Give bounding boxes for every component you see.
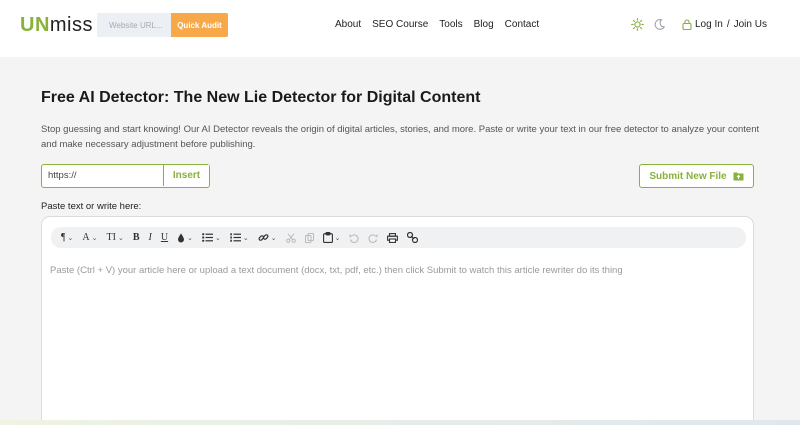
italic-icon: I — [148, 232, 152, 243]
chevron-down-icon: ⌄ — [117, 233, 124, 242]
logo-un: UN — [20, 14, 50, 36]
website-url-input[interactable] — [97, 13, 171, 37]
italic-button[interactable]: I — [149, 227, 152, 248]
chevron-down-icon: ⌄ — [270, 233, 277, 242]
login-link[interactable]: Log In — [695, 19, 723, 30]
font-size-button[interactable]: TI ⌄ — [107, 227, 124, 248]
intro-text: Stop guessing and start knowing! Our AI … — [41, 124, 760, 150]
paste-icon — [322, 232, 333, 243]
print-button[interactable] — [387, 227, 399, 248]
submit-new-file-label: Submit New File — [649, 170, 727, 182]
insert-link-button[interactable]: ⌄ — [258, 227, 277, 248]
redo-icon — [368, 233, 379, 243]
link-icon — [258, 234, 269, 241]
url-insert-group: Insert — [41, 164, 210, 188]
copy-icon — [304, 232, 314, 243]
underline-icon: U — [160, 232, 169, 243]
auth-separator: / — [726, 19, 730, 30]
chain-icon — [407, 232, 419, 243]
page-title: Free AI Detector: The New Lie Detector f… — [41, 89, 481, 106]
color-drop-icon — [178, 233, 185, 242]
hyperlink-button[interactable] — [407, 227, 419, 248]
logo[interactable]: UNmiss — [20, 14, 93, 37]
paste-label: Paste text or write here: — [41, 201, 142, 212]
cut-button[interactable] — [285, 227, 296, 248]
quick-audit-button[interactable]: Quick Audit — [171, 13, 228, 37]
numbered-list-icon — [230, 233, 241, 242]
bullet-list-icon — [202, 233, 213, 242]
file-upload-icon — [733, 172, 744, 181]
cut-icon — [285, 232, 296, 243]
print-icon — [387, 232, 399, 243]
font-icon: A — [82, 232, 90, 243]
submit-new-file-button[interactable]: Submit New File — [639, 164, 754, 188]
undo-icon — [349, 233, 360, 243]
nav-tools[interactable]: Tools — [439, 19, 462, 30]
lock-icon — [682, 19, 692, 30]
nav-seo-course[interactable]: SEO Course — [372, 19, 428, 30]
site-header: UNmiss Quick Audit About SEO Course Tool… — [0, 0, 800, 57]
editor-placeholder: Paste (Ctrl + V) your article here or up… — [50, 265, 623, 276]
text-size-icon: TI — [106, 232, 116, 243]
chevron-down-icon: ⌄ — [187, 233, 193, 242]
bottom-strip — [0, 420, 800, 425]
chevron-down-icon: ⌄ — [214, 233, 221, 242]
join-link[interactable]: Join Us — [734, 19, 767, 30]
moon-icon[interactable] — [653, 18, 666, 31]
insert-button[interactable]: Insert — [163, 165, 209, 186]
bold-icon: B — [132, 232, 140, 243]
auth-links: Log In / Join Us — [682, 19, 767, 30]
nav-about[interactable]: About — [335, 19, 361, 30]
paragraph-format-button[interactable]: ¶ ⌄ — [61, 227, 73, 248]
text-editor[interactable]: ¶ ⌄ A ⌄ TI ⌄ B I U ⌄ ⌄ ⌄ ⌄ ⌄ Paste (Ctrl… — [41, 216, 754, 425]
quick-audit-form: Quick Audit — [97, 13, 228, 37]
chevron-down-icon: ⌄ — [334, 233, 341, 242]
logo-miss: miss — [49, 14, 93, 36]
nav-contact[interactable]: Contact — [505, 19, 539, 30]
copy-button[interactable] — [304, 227, 314, 248]
text-color-button[interactable]: ⌄ — [177, 227, 193, 248]
paste-button[interactable]: ⌄ — [322, 227, 341, 248]
main-nav: About SEO Course Tools Blog Contact — [335, 19, 550, 30]
font-family-button[interactable]: A ⌄ — [82, 227, 97, 248]
redo-button[interactable] — [368, 227, 379, 248]
nav-blog[interactable]: Blog — [474, 19, 494, 30]
numbered-list-button[interactable]: ⌄ — [230, 227, 249, 248]
url-input[interactable] — [42, 165, 163, 186]
editor-toolbar: ¶ ⌄ A ⌄ TI ⌄ B I U ⌄ ⌄ ⌄ ⌄ ⌄ — [51, 227, 746, 248]
sun-icon[interactable] — [631, 18, 644, 31]
bullet-list-button[interactable]: ⌄ — [202, 227, 221, 248]
paragraph-icon: ¶ — [61, 232, 66, 243]
chevron-down-icon: ⌄ — [91, 233, 98, 242]
underline-button[interactable]: U — [161, 227, 168, 248]
chevron-down-icon: ⌄ — [67, 233, 74, 242]
undo-button[interactable] — [349, 227, 360, 248]
bold-button[interactable]: B — [133, 227, 140, 248]
chevron-down-icon: ⌄ — [242, 233, 249, 242]
